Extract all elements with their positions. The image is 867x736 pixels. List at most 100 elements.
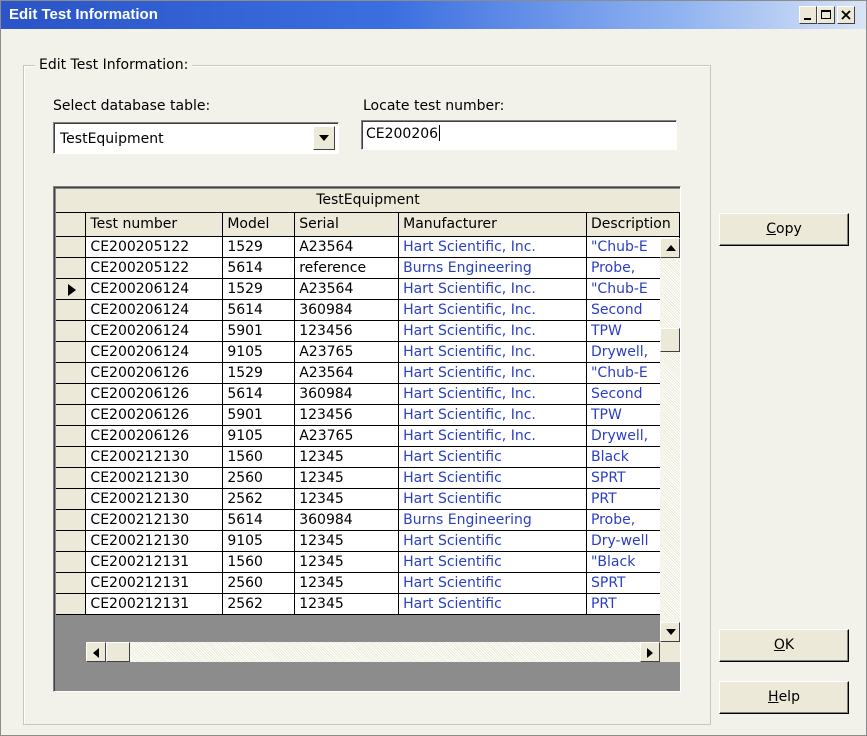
test-equipment-grid[interactable]: TestEquipment Test number Model Serial M… xyxy=(53,186,681,692)
database-table-select[interactable]: TestEquipment xyxy=(53,122,339,154)
row-indicator[interactable] xyxy=(56,509,87,531)
ok-button[interactable]: OK xyxy=(719,629,849,662)
table-row[interactable]: CE200206126 5614 360984 Hart Scientific, In… xyxy=(56,383,680,405)
grid-cell[interactable]: 12345 xyxy=(294,446,400,468)
grid-cell[interactable]: 360984 xyxy=(294,509,400,531)
copy-button[interactable]: Copy xyxy=(719,213,849,246)
grid-cell[interactable]: A23564 xyxy=(294,278,400,300)
table-row[interactable]: CE200212131 1560 12345 Hart Scientific "Blac… xyxy=(56,551,680,573)
table-row[interactable]: CE200206124 5901 123456 Hart Scientific, In… xyxy=(56,320,680,342)
grid-cell[interactable]: Hart Scientific, Inc. xyxy=(398,425,587,447)
grid-cell[interactable]: 12345 xyxy=(294,593,400,615)
grid-cell[interactable]: 12345 xyxy=(294,467,400,489)
grid-cell[interactable]: Hart Scientific xyxy=(398,446,587,468)
grid-cell[interactable]: CE200206124 xyxy=(85,278,224,300)
table-row[interactable]: CE200212130 9105 12345 Hart Scientific Dry-w… xyxy=(56,530,680,552)
row-indicator[interactable] xyxy=(56,362,87,384)
scroll-right-button[interactable] xyxy=(640,642,660,662)
row-indicator[interactable] xyxy=(56,593,87,615)
grid-cell[interactable]: CE200212130 xyxy=(85,467,224,489)
grid-cell[interactable]: 12345 xyxy=(294,530,400,552)
row-indicator[interactable] xyxy=(56,404,87,426)
grid-cell[interactable]: CE200212131 xyxy=(85,551,224,573)
grid-cell[interactable]: CE200206126 xyxy=(85,404,224,426)
grid-cell[interactable]: 1529 xyxy=(222,362,296,384)
row-indicator[interactable] xyxy=(56,551,87,573)
table-row[interactable]: CE200206126 5901 123456 Hart Scientific, In… xyxy=(56,404,680,426)
grid-cell[interactable]: Hart Scientific xyxy=(398,488,587,510)
grid-cell[interactable]: 12345 xyxy=(294,488,400,510)
grid-cell[interactable]: A23564 xyxy=(294,362,400,384)
row-indicator[interactable] xyxy=(56,530,87,552)
row-indicator[interactable] xyxy=(56,488,87,510)
table-row[interactable]: CE200206124 9105 A23765 Hart Scientific, In… xyxy=(56,341,680,363)
row-indicator[interactable] xyxy=(56,446,87,468)
table-row[interactable]: CE200212130 2562 12345 Hart Scientific PRT xyxy=(56,488,680,510)
grid-cell[interactable]: Hart Scientific xyxy=(398,572,587,594)
row-indicator[interactable] xyxy=(56,320,87,342)
grid-cell[interactable]: CE200206124 xyxy=(85,341,224,363)
grid-cell[interactable]: Hart Scientific xyxy=(398,551,587,573)
table-row[interactable]: CE200206126 9105 A23765 Hart Scientific, In… xyxy=(56,425,680,447)
dropdown-button[interactable] xyxy=(313,126,335,150)
grid-cell[interactable]: CE200212130 xyxy=(85,530,224,552)
grid-cell[interactable]: 9105 xyxy=(222,341,296,363)
scroll-up-button[interactable] xyxy=(660,238,680,258)
maximize-button[interactable] xyxy=(817,6,835,24)
column-header[interactable]: Model xyxy=(222,213,296,237)
grid-cell[interactable]: 1560 xyxy=(222,446,296,468)
grid-cell[interactable]: CE200212130 xyxy=(85,446,224,468)
grid-cell[interactable]: 5901 xyxy=(222,320,296,342)
grid-cell[interactable]: Burns Engineering xyxy=(398,257,587,279)
grid-cell[interactable]: 1529 xyxy=(222,236,296,258)
grid-cell[interactable]: A23564 xyxy=(294,236,400,258)
grid-cell[interactable]: Hart Scientific, Inc. xyxy=(398,404,587,426)
grid-cell[interactable]: Hart Scientific, Inc. xyxy=(398,299,587,321)
table-row[interactable]: CE200206124 5614 360984 Hart Scientific, In… xyxy=(56,299,680,321)
grid-cell[interactable]: CE200205122 xyxy=(85,257,224,279)
grid-cell[interactable]: 2562 xyxy=(222,593,296,615)
grid-cell[interactable]: Hart Scientific xyxy=(398,530,587,552)
grid-cell[interactable]: Burns Engineering xyxy=(398,509,587,531)
grid-cell[interactable]: A23765 xyxy=(294,425,400,447)
grid-cell[interactable]: CE200212130 xyxy=(85,488,224,510)
grid-cell[interactable]: 1560 xyxy=(222,551,296,573)
grid-cell[interactable]: Hart Scientific, Inc. xyxy=(398,320,587,342)
grid-cell[interactable]: 2560 xyxy=(222,467,296,489)
row-indicator[interactable] xyxy=(56,425,87,447)
row-indicator[interactable] xyxy=(56,299,87,321)
row-indicator[interactable] xyxy=(56,257,87,279)
grid-cell[interactable]: Hart Scientific, Inc. xyxy=(398,362,587,384)
row-indicator[interactable] xyxy=(56,467,87,489)
grid-cell[interactable]: CE200212130 xyxy=(85,509,224,531)
locate-test-input[interactable]: CE200206 xyxy=(361,120,677,150)
grid-cell[interactable]: Hart Scientific, Inc. xyxy=(398,236,587,258)
grid-cell[interactable]: 5614 xyxy=(222,257,296,279)
column-header[interactable]: Manufacturer xyxy=(398,213,587,237)
grid-cell[interactable]: 5901 xyxy=(222,404,296,426)
scroll-down-button[interactable] xyxy=(660,622,680,642)
grid-cell[interactable]: CE200206124 xyxy=(85,299,224,321)
grid-cell[interactable]: 1529 xyxy=(222,278,296,300)
grid-cell[interactable]: 9105 xyxy=(222,530,296,552)
table-row[interactable]: CE200212130 5614 360984 Burns Engineering Pr… xyxy=(56,509,680,531)
grid-cell[interactable]: 123456 xyxy=(294,320,400,342)
grid-cell[interactable]: 9105 xyxy=(222,425,296,447)
grid-cell[interactable]: 5614 xyxy=(222,509,296,531)
grid-cell[interactable]: CE200212131 xyxy=(85,572,224,594)
close-button[interactable] xyxy=(837,6,855,24)
grid-cell[interactable]: Hart Scientific, Inc. xyxy=(398,383,587,405)
title-bar[interactable]: Edit Test Information xyxy=(1,1,866,29)
table-row[interactable]: CE200212131 2562 12345 Hart Scientific PRT xyxy=(56,593,680,615)
help-button[interactable]: Help xyxy=(719,681,849,714)
column-header[interactable]: Test number xyxy=(85,213,224,237)
table-row[interactable]: CE200212130 2560 12345 Hart Scientific SPRT xyxy=(56,467,680,489)
grid-cell[interactable]: reference xyxy=(294,257,400,279)
grid-cell[interactable]: 12345 xyxy=(294,551,400,573)
vertical-scrollbar[interactable] xyxy=(660,238,680,642)
column-header[interactable]: Serial xyxy=(294,213,400,237)
grid-cell[interactable]: Hart Scientific xyxy=(398,593,587,615)
minimize-button[interactable] xyxy=(799,6,817,24)
grid-cell[interactable]: 2560 xyxy=(222,572,296,594)
table-row[interactable]: CE200206124 1529 A23564 Hart Scientific, In… xyxy=(56,278,680,300)
